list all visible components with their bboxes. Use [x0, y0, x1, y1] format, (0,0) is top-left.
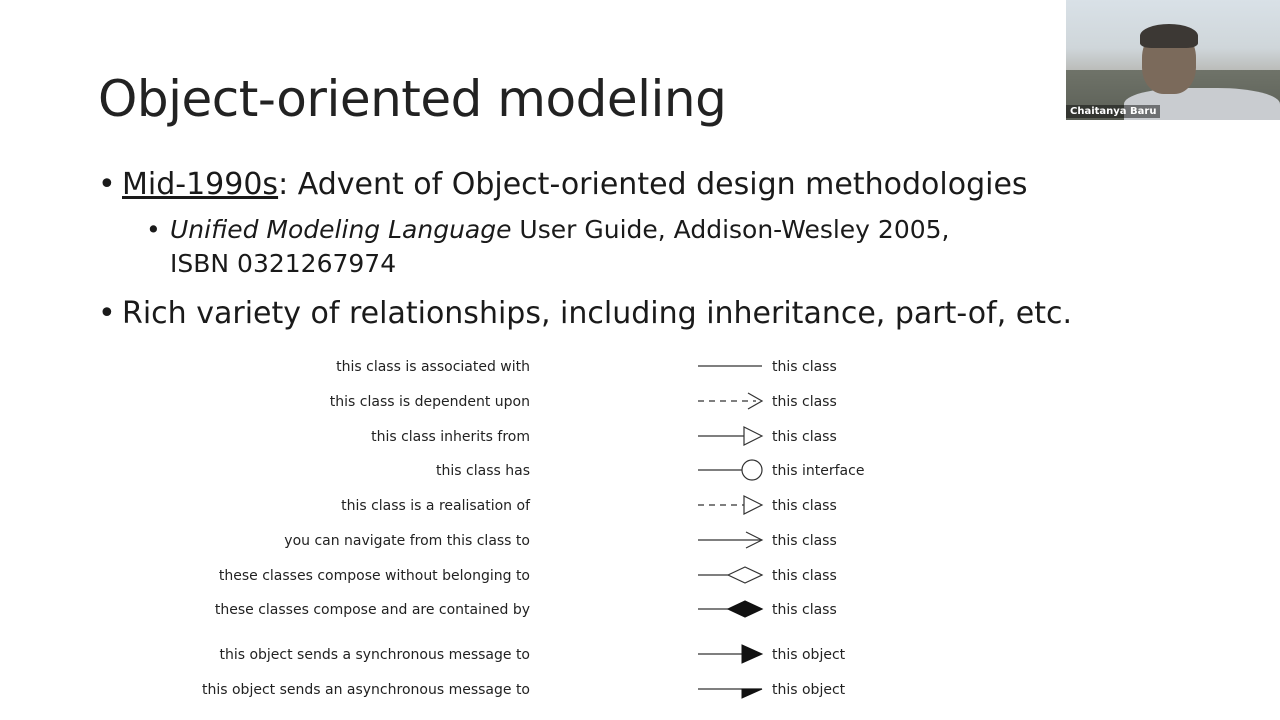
relationship-description: this class inherits from — [371, 429, 530, 445]
realisation-symbol — [698, 495, 764, 515]
relationship-target: this interface — [772, 463, 865, 479]
bullet-relationships: • Rich variety of relationships, includin… — [98, 296, 1072, 331]
relationship-description: this class is a realisation of — [341, 498, 530, 514]
composition-icon — [696, 598, 766, 620]
async-message-icon — [696, 678, 766, 700]
sync-message-symbol — [698, 644, 764, 664]
relationship-target: this class — [772, 498, 837, 514]
uml-relationship-legend: this class is associated with this class t… — [202, 350, 900, 710]
participant-name-label: Chaitanya Baru — [1066, 105, 1161, 118]
navigation-icon — [696, 529, 766, 551]
relationship-description: this object sends an asynchronous messag… — [202, 682, 530, 698]
bullet-underlined-prefix: Mid-1990s — [122, 167, 279, 202]
book-title: Unified Modeling Language — [170, 215, 512, 244]
relationship-row: these classes compose without belonging … — [219, 564, 900, 586]
relationship-description: these classes compose and are contained … — [214, 602, 530, 618]
dependency-symbol — [698, 392, 764, 410]
sub-bullet-uml-guide: • Unified Modeling Language User Guide, A… — [146, 213, 950, 281]
realisation-icon — [696, 494, 766, 516]
relationship-description: this class is dependent upon — [329, 394, 530, 410]
inheritance-icon — [696, 425, 766, 447]
association-symbol — [698, 365, 762, 367]
relationship-description: this class has — [436, 463, 530, 479]
aggregation-icon — [696, 564, 766, 586]
slide-title: Object-oriented modeling — [98, 70, 727, 128]
bullet-text: : Advent of Object-oriented design metho… — [278, 167, 1028, 202]
interface-lollipop-symbol — [698, 459, 763, 481]
association-icon — [696, 355, 766, 377]
relationship-row: this object sends an asynchronous messag… — [202, 678, 900, 700]
relationship-target: this class — [772, 533, 837, 549]
relationship-target: this class — [772, 359, 837, 375]
relationship-row: this class is dependent upon this class — [330, 390, 900, 412]
relationship-target: this class — [772, 394, 837, 410]
relationship-row: this object sends a synchronous message … — [219, 643, 900, 665]
interface-lollipop-icon — [696, 459, 766, 481]
relationship-row: this class inherits from this class — [340, 425, 900, 447]
bullet-dot: • — [98, 167, 116, 202]
relationship-row: this class has this interface — [340, 459, 900, 481]
relationship-row: this class is associated with this class — [336, 355, 900, 377]
relationship-description: these classes compose without belonging … — [218, 568, 530, 584]
relationship-row: these classes compose and are contained … — [215, 598, 900, 620]
relationship-target: this class — [772, 568, 837, 584]
participant-hair — [1140, 24, 1198, 48]
relationship-row: this class is a realisation of this class — [340, 494, 900, 516]
bullet-mid-1990s: • Mid-1990s: Advent of Object-oriented de… — [98, 167, 1028, 202]
relationship-target: this class — [772, 429, 837, 445]
async-message-symbol — [698, 688, 763, 699]
bullet-dot: • — [98, 296, 116, 331]
relationship-target: this class — [772, 602, 837, 618]
relationship-target: this object — [772, 682, 846, 698]
composition-symbol — [698, 600, 764, 618]
sub-bullet-dot: • — [146, 215, 161, 244]
relationship-description: this class is associated with — [336, 359, 530, 375]
participant-video-tile[interactable]: Chaitanya Baru — [1066, 0, 1280, 120]
inheritance-symbol — [698, 426, 764, 446]
aggregation-symbol — [698, 566, 764, 584]
book-publisher: User Guide, Addison-Wesley 2005, — [511, 215, 950, 244]
bullet-text: Rich variety of relationships, including… — [122, 296, 1073, 331]
relationship-description: you can navigate from this class to — [284, 533, 530, 549]
book-isbn: ISBN 0321267974 — [170, 249, 397, 278]
navigation-symbol — [698, 531, 764, 549]
relationship-description: this object sends a synchronous message … — [219, 647, 530, 663]
sync-message-icon — [696, 643, 766, 665]
dependency-icon — [696, 390, 766, 412]
relationship-target: this object — [772, 647, 846, 663]
relationship-row: you can navigate from this class to this … — [284, 529, 900, 551]
